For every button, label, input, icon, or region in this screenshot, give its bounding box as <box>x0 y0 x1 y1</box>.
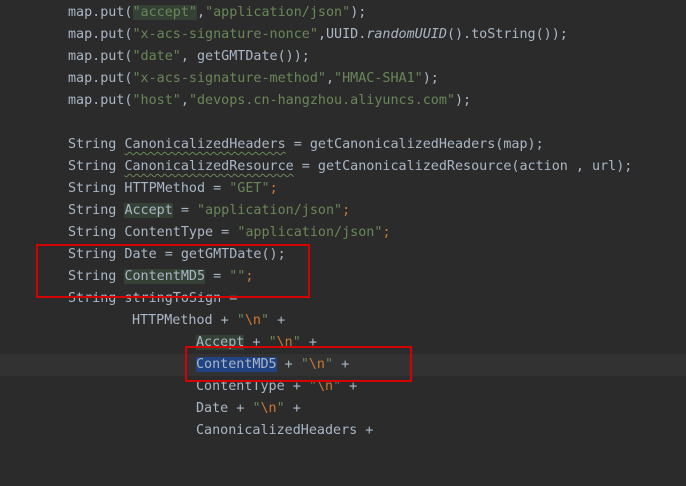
string-literal: "application/json" <box>237 225 383 240</box>
code-line-15[interactable]: HTTPMethod + "\n" + <box>0 310 686 332</box>
escape-sequence: \n <box>244 313 261 328</box>
code-line-19[interactable]: Date + "\n" + <box>0 398 686 420</box>
code-line-10[interactable]: String Accept = "application/json"; <box>0 200 686 222</box>
string-literal: "x-acs-signature-nonce" <box>132 27 318 42</box>
string-quote: " <box>236 313 245 328</box>
code-line-11[interactable]: String ContentType = "application/json"; <box>0 222 686 244</box>
string-literal: "date" <box>132 49 181 64</box>
code-text: ); <box>454 93 472 108</box>
string-literal: "GET" <box>229 181 270 196</box>
semicolon: ; <box>342 203 351 218</box>
variable-name: CanonicalizedHeaders <box>124 137 286 152</box>
string-quote: " <box>276 401 285 416</box>
code-line-1[interactable]: map.put("accept","application/json"); <box>0 2 686 24</box>
code-editor[interactable]: map.put("accept","application/json"); ma… <box>0 0 686 438</box>
string-literal: "x-acs-signature-method" <box>132 71 326 86</box>
variable-name: Accept <box>124 203 173 218</box>
annotation-box-contentmd5 <box>185 346 412 382</box>
code-text: Date + <box>196 401 253 416</box>
code-text: String <box>68 159 125 174</box>
code-text: map.put( <box>68 27 133 42</box>
code-text: + <box>269 313 286 328</box>
variable-name: CanonicalizedResource <box>124 159 294 174</box>
code-text: String HTTPMethod = <box>68 181 230 196</box>
escape-sequence: \n <box>260 401 277 416</box>
code-text: ); <box>350 5 367 20</box>
code-text: HTTPMethod + <box>132 313 237 328</box>
code-text: map.put( <box>68 71 133 86</box>
semicolon: ; <box>382 225 391 240</box>
semicolon: ; <box>269 181 278 196</box>
code-text: = getCanonicalizedHeaders(map); <box>285 137 544 152</box>
string-literal: "application/json" <box>197 203 343 218</box>
code-text: ,UUID. <box>317 27 367 42</box>
string-quote: " <box>252 401 261 416</box>
code-text: String ContentType = <box>68 225 238 240</box>
code-text: map.put( <box>68 5 133 20</box>
string-literal: "host" <box>132 93 181 108</box>
code-text: = <box>172 203 197 218</box>
code-text: , <box>180 93 189 108</box>
code-line-8[interactable]: String CanonicalizedResource = getCanoni… <box>0 156 686 178</box>
string-literal: "accept" <box>132 5 197 20</box>
code-text: CanonicalizedHeaders + <box>196 423 374 438</box>
code-line-2[interactable]: map.put("x-acs-signature-nonce",UUID.ran… <box>0 24 686 46</box>
code-text: , getGMTDate()); <box>180 49 310 64</box>
code-text: , <box>197 5 206 20</box>
method-call: randomUUID <box>366 27 447 42</box>
code-line-9[interactable]: String HTTPMethod = "GET"; <box>0 178 686 200</box>
code-text: ); <box>422 71 439 86</box>
code-text: String <box>68 137 125 152</box>
code-text: = getCanonicalizedResource(action , url)… <box>293 159 633 174</box>
code-text: map.put( <box>68 93 133 108</box>
string-quote: " <box>261 313 270 328</box>
code-line-4[interactable]: map.put("x-acs-signature-method","HMAC-S… <box>0 68 686 90</box>
code-line-7[interactable]: String CanonicalizedHeaders = getCanonic… <box>0 134 686 156</box>
code-line-5[interactable]: map.put("host","devops.cn-hangzhou.aliyu… <box>0 90 686 112</box>
string-literal: "HMAC-SHA1" <box>334 71 423 86</box>
code-text: map.put( <box>68 49 133 64</box>
annotation-box-declarations <box>36 244 310 298</box>
code-text: + <box>284 401 301 416</box>
code-text: , <box>325 71 335 86</box>
code-line-20[interactable]: CanonicalizedHeaders + <box>0 420 686 442</box>
code-line-3[interactable]: map.put("date", getGMTDate()); <box>0 46 686 68</box>
code-text: ().toString()); <box>446 27 568 42</box>
code-text: String <box>68 203 125 218</box>
string-literal: "devops.cn-hangzhou.aliyuncs.com" <box>188 93 455 108</box>
string-literal: "application/json" <box>205 5 351 20</box>
